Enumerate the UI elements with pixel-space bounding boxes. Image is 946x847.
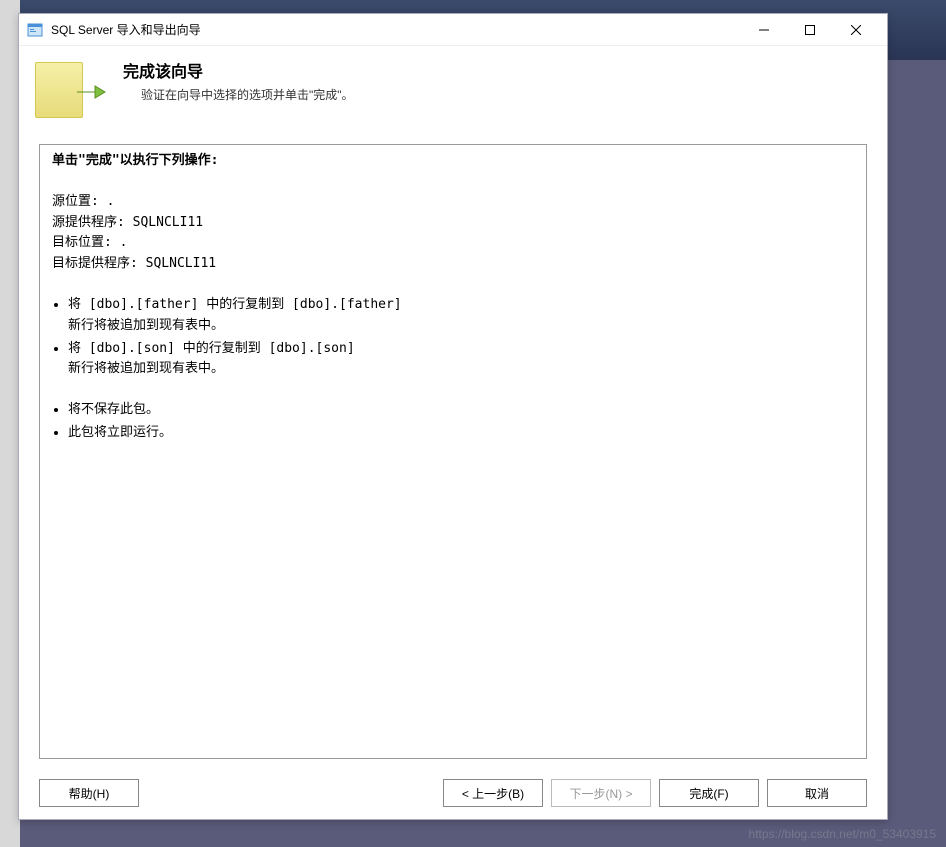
wizard-header-text: 完成该向导 验证在向导中选择的选项并单击"完成"。 <box>123 54 354 103</box>
close-button[interactable] <box>833 15 879 45</box>
maximize-button[interactable] <box>787 15 833 45</box>
package-actions-list: 将不保存此包。 此包将立即运行。 <box>68 400 854 444</box>
list-item: 将不保存此包。 <box>68 400 854 421</box>
copy-action-main: 将 [dbo].[father] 中的行复制到 [dbo].[father] <box>68 297 402 312</box>
cancel-button[interactable]: 取消 <box>767 779 867 807</box>
list-item: 将 [dbo].[father] 中的行复制到 [dbo].[father] 新… <box>68 295 854 337</box>
summary-heading: 单击"完成"以执行下列操作: <box>52 151 854 172</box>
window-controls <box>741 15 879 45</box>
next-button: 下一步(N) > <box>551 779 651 807</box>
summary-panel: 单击"完成"以执行下列操作: 源位置: . 源提供程序: SQLNCLI11 目… <box>39 144 867 759</box>
copy-action-sub: 新行将被追加到现有表中。 <box>68 316 854 337</box>
source-provider: 源提供程序: SQLNCLI11 <box>52 213 854 234</box>
copy-action-main: 将 [dbo].[son] 中的行复制到 [dbo].[son] <box>68 341 355 356</box>
wizard-footer: 帮助(H) < 上一步(B) 下一步(N) > 完成(F) 取消 <box>19 767 887 819</box>
copy-action-sub: 新行将被追加到现有表中。 <box>68 359 854 380</box>
window-title: SQL Server 导入和导出向导 <box>51 21 741 38</box>
location-info: 源位置: . 源提供程序: SQLNCLI11 目标位置: . 目标提供程序: … <box>52 192 854 275</box>
titlebar: SQL Server 导入和导出向导 <box>19 14 887 46</box>
dest-location: 目标位置: . <box>52 233 854 254</box>
app-icon <box>27 22 43 38</box>
copy-actions-list: 将 [dbo].[father] 中的行复制到 [dbo].[father] 新… <box>68 295 854 380</box>
source-location: 源位置: . <box>52 192 854 213</box>
background-left-fragment <box>0 0 20 847</box>
list-item: 此包将立即运行。 <box>68 423 854 444</box>
list-item: 将 [dbo].[son] 中的行复制到 [dbo].[son] 新行将被追加到… <box>68 339 854 381</box>
help-button[interactable]: 帮助(H) <box>39 779 139 807</box>
wizard-header-icon <box>35 54 107 126</box>
back-button[interactable]: < 上一步(B) <box>443 779 543 807</box>
wizard-window: SQL Server 导入和导出向导 完成该向导 验证在向导中选择的选项并单击"… <box>18 13 888 820</box>
wizard-header: 完成该向导 验证在向导中选择的选项并单击"完成"。 <box>19 46 887 138</box>
minimize-button[interactable] <box>741 15 787 45</box>
dest-provider: 目标提供程序: SQLNCLI11 <box>52 254 854 275</box>
wizard-subtitle: 验证在向导中选择的选项并单击"完成"。 <box>141 86 354 103</box>
watermark: https://blog.csdn.net/m0_53403915 <box>749 827 936 841</box>
wizard-title: 完成该向导 <box>123 58 354 82</box>
finish-button[interactable]: 完成(F) <box>659 779 759 807</box>
